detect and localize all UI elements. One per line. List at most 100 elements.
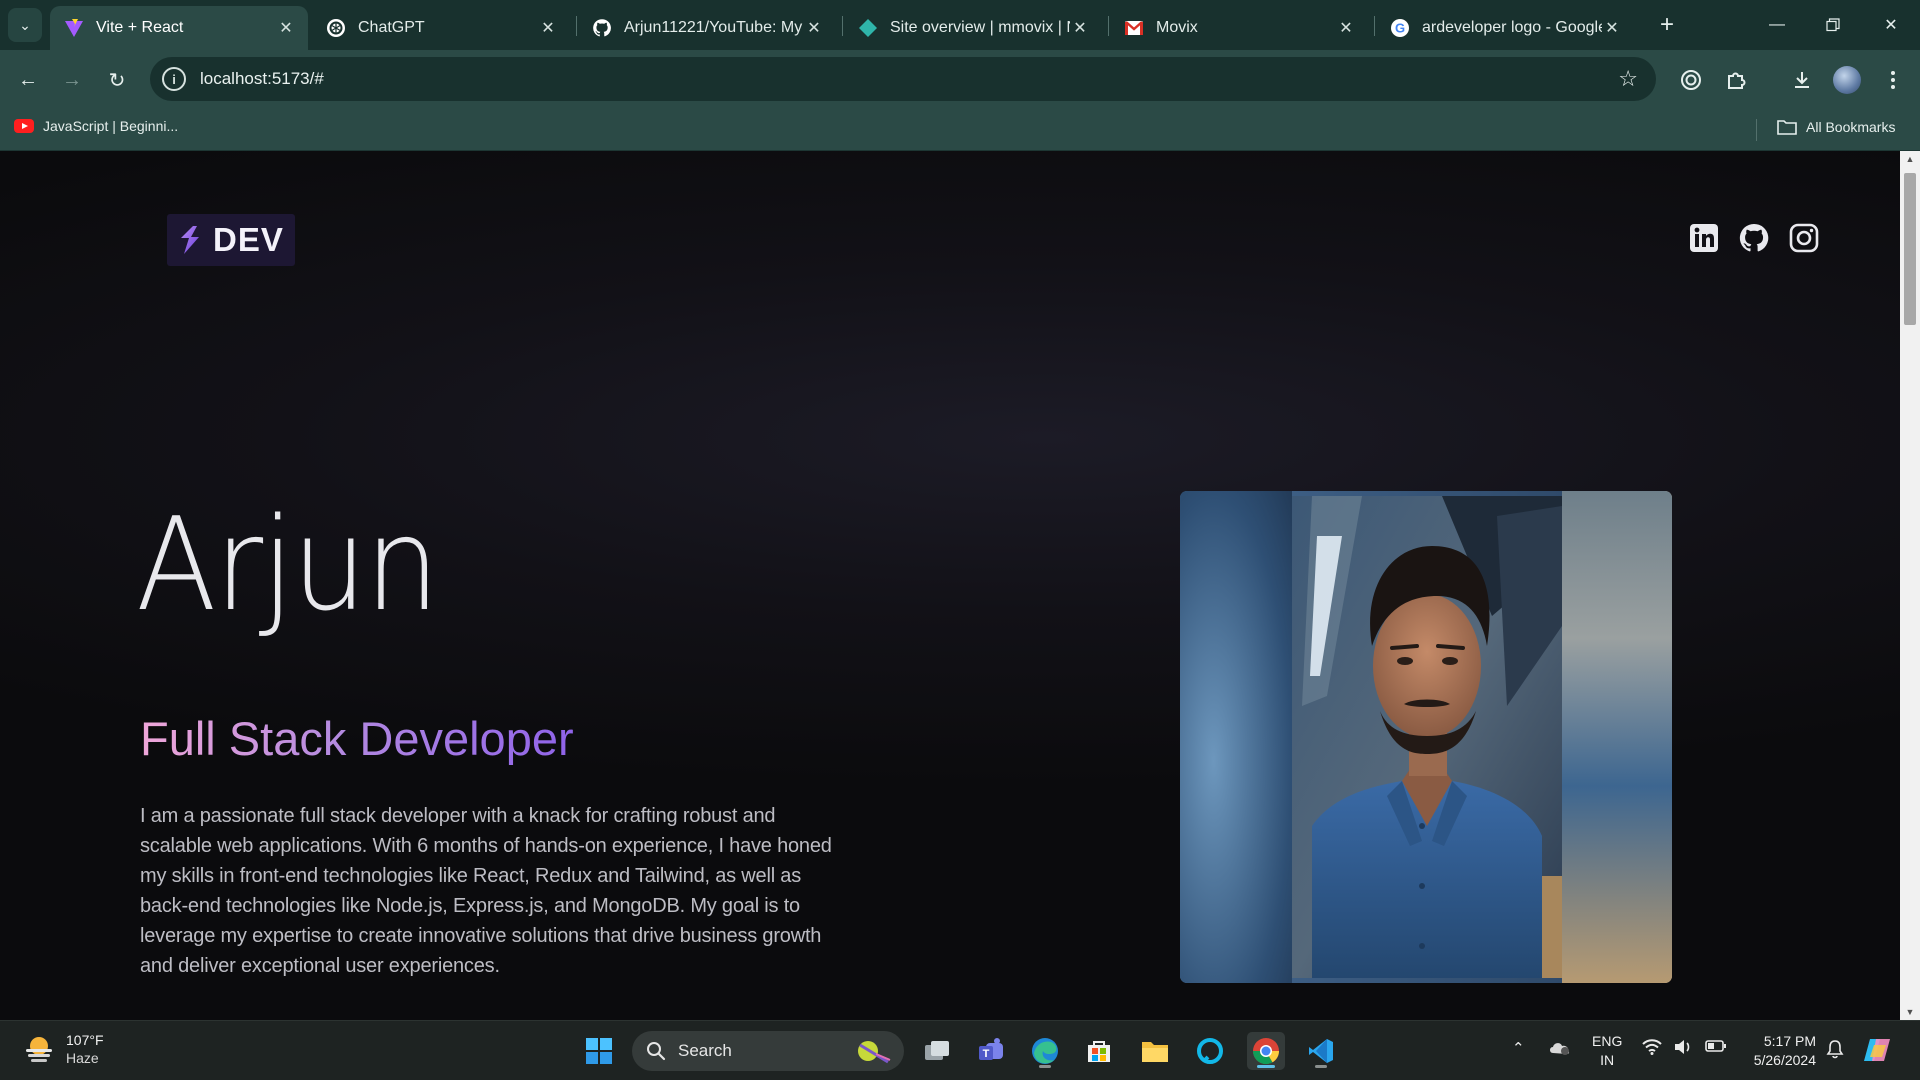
alexa-button[interactable]	[1191, 1032, 1229, 1070]
linkedin-icon[interactable]	[1688, 222, 1720, 254]
tab-divider	[1374, 16, 1375, 36]
store-button[interactable]	[1080, 1032, 1118, 1070]
restore-button[interactable]	[1810, 8, 1856, 42]
close-icon[interactable]: ✕	[538, 18, 558, 38]
arrow-left-icon: ←	[18, 68, 38, 91]
more-menu-icon[interactable]	[1875, 62, 1911, 98]
google-icon: G	[1390, 18, 1410, 38]
onedrive-icon[interactable]	[1548, 1038, 1572, 1056]
youtube-icon	[14, 119, 34, 133]
page-scrollbar[interactable]: ▲ ▼	[1900, 151, 1920, 1020]
browser-toolbar: ← → ↻ i localhost:5173/# ☆	[0, 50, 1920, 108]
teams-icon: T	[979, 1038, 1003, 1060]
new-tab-button[interactable]: +	[1652, 10, 1682, 40]
task-view-button[interactable]	[918, 1032, 956, 1070]
github-icon[interactable]	[1738, 222, 1770, 254]
tab-google[interactable]: G ardeveloper logo - Google ✕	[1376, 6, 1634, 50]
hero-name: Arjun	[136, 491, 440, 640]
instagram-icon[interactable]	[1788, 222, 1820, 254]
minimize-button[interactable]: —	[1754, 8, 1800, 42]
close-icon[interactable]: ✕	[804, 18, 824, 38]
tab-title: Arjun11221/YouTube: My Y	[624, 19, 804, 36]
all-bookmarks-button[interactable]: All Bookmarks	[1776, 118, 1895, 136]
all-bookmarks-label: All Bookmarks	[1806, 119, 1896, 135]
profile-avatar[interactable]	[1829, 62, 1865, 98]
tab-netlify[interactable]: Site overview | mmovix | N ✕	[844, 6, 1102, 50]
close-icon[interactable]: ✕	[1336, 18, 1356, 38]
haze-sun-icon	[22, 1032, 56, 1066]
address-url[interactable]: localhost:5173/#	[200, 69, 324, 89]
edge-icon	[1032, 1038, 1058, 1064]
reload-icon: ↻	[108, 69, 126, 92]
wifi-icon[interactable]	[1642, 1039, 1662, 1055]
search-label: Search	[678, 1041, 732, 1060]
scroll-down-icon[interactable]: ▼	[1900, 1004, 1920, 1020]
close-icon[interactable]: ✕	[1070, 18, 1090, 38]
close-icon[interactable]: ✕	[276, 18, 296, 38]
bookmark-javascript[interactable]: JavaScript | Beginni...	[14, 118, 178, 134]
profile-photo	[1180, 491, 1672, 983]
reload-button[interactable]: ↻	[100, 63, 134, 97]
copilot-icon[interactable]	[1862, 1035, 1892, 1065]
weather-widget[interactable]: 107°F Haze	[22, 1031, 104, 1067]
language-code: ENG	[1592, 1033, 1623, 1049]
tab-title: Site overview | mmovix | N	[890, 19, 1070, 36]
address-bar[interactable]: i localhost:5173/# ☆	[150, 57, 1656, 101]
tab-chatgpt[interactable]: ChatGPT ✕	[312, 6, 570, 50]
minimize-icon: —	[1769, 16, 1785, 33]
start-button[interactable]	[580, 1032, 618, 1070]
clock-date: 5/26/2024	[1753, 1052, 1816, 1068]
site-logo[interactable]: DEV	[167, 214, 295, 266]
extension-icon-circle[interactable]	[1673, 62, 1709, 98]
language-indicator[interactable]: ENG IN	[1592, 1032, 1622, 1070]
svg-text:G: G	[1395, 21, 1405, 36]
search-icon	[647, 1042, 666, 1061]
site-info-icon[interactable]: i	[162, 67, 186, 91]
battery-icon[interactable]	[1705, 1039, 1727, 1053]
close-window-button[interactable]: ✕	[1868, 8, 1914, 42]
back-button[interactable]: ←	[11, 63, 45, 97]
taskbar-search[interactable]: Search	[632, 1031, 904, 1071]
extensions-puzzle-icon[interactable]	[1718, 62, 1754, 98]
logo-arrow-icon	[181, 226, 199, 254]
scrollbar-thumb[interactable]	[1904, 173, 1916, 325]
tab-search-button[interactable]: ⌄	[8, 8, 42, 42]
bookmarks-divider	[1756, 119, 1757, 141]
chevron-up-icon: ⌃	[1512, 1040, 1525, 1057]
notification-bell-icon[interactable]	[1826, 1039, 1844, 1059]
plus-icon: +	[1659, 11, 1674, 38]
bookmark-star-icon[interactable]: ☆	[1618, 66, 1638, 92]
show-hidden-icons-button[interactable]: ⌃	[1512, 1039, 1525, 1057]
volume-icon[interactable]	[1673, 1039, 1693, 1055]
folder-icon	[1142, 1042, 1168, 1062]
tab-title: ChatGPT	[358, 19, 425, 36]
edge-button[interactable]	[1026, 1032, 1064, 1070]
download-icon[interactable]	[1784, 62, 1820, 98]
tab-vite-react[interactable]: Vite + React ✕	[50, 6, 308, 50]
chatgpt-icon	[326, 18, 346, 38]
logo-text: DEV	[213, 221, 284, 258]
gmail-icon	[1124, 18, 1144, 38]
chrome-button[interactable]	[1247, 1032, 1285, 1070]
github-icon	[592, 18, 612, 38]
svg-text:T: T	[983, 1048, 990, 1060]
folder-icon	[1777, 120, 1797, 135]
weather-temp: 107°F	[66, 1032, 104, 1048]
region-code: IN	[1600, 1052, 1615, 1068]
tab-strip: ⌄ Vite + React ✕ ChatGPT ✕ Arjun11221/Yo…	[0, 0, 1920, 50]
scroll-up-icon[interactable]: ▲	[1900, 151, 1920, 167]
close-icon[interactable]: ✕	[1602, 18, 1622, 38]
forward-button[interactable]: →	[55, 63, 89, 97]
windows-logo-icon	[586, 1038, 612, 1064]
close-icon: ✕	[1884, 17, 1898, 34]
running-indicator	[1039, 1065, 1051, 1068]
tab-github[interactable]: Arjun11221/YouTube: My Y ✕	[578, 6, 836, 50]
page-viewport: DEV Arjun Full Stack Developer I am a pa…	[0, 151, 1900, 1020]
search-highlight-icon	[858, 1041, 891, 1064]
tab-divider	[1108, 16, 1109, 36]
vscode-button[interactable]	[1302, 1032, 1340, 1070]
teams-button[interactable]: T	[972, 1032, 1010, 1070]
system-clock[interactable]: 5:17 PM 5/26/2024	[1744, 1032, 1816, 1070]
tab-movix[interactable]: Movix ✕	[1110, 6, 1368, 50]
file-explorer-button[interactable]	[1136, 1032, 1174, 1070]
